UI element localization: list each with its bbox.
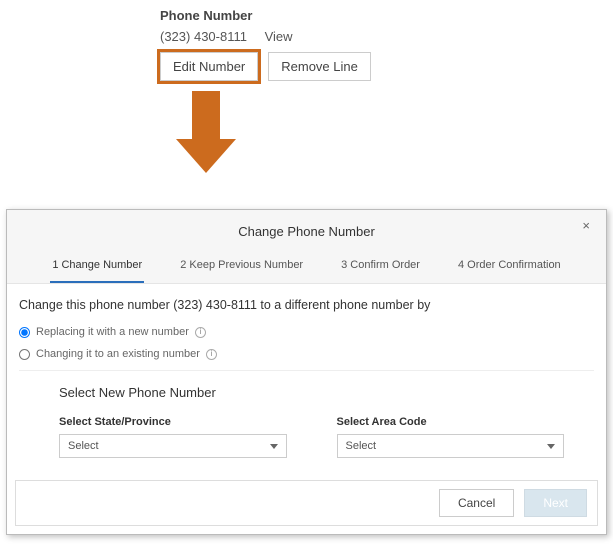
view-link[interactable]: View	[265, 29, 293, 44]
radio-input-1[interactable]	[19, 327, 30, 338]
remove-line-button[interactable]: Remove Line	[268, 52, 371, 81]
down-arrow-icon	[0, 91, 613, 179]
select-new-number-title: Select New Phone Number	[59, 385, 564, 400]
radio-option-2[interactable]: Changing it to an existing number i	[19, 348, 594, 360]
select-value-1: Select	[68, 440, 99, 452]
phone-number-row: (323) 430-8111 View	[160, 29, 613, 44]
wizard-step-2[interactable]: 2 Keep Previous Number	[178, 253, 305, 283]
edit-number-button[interactable]: Edit Number	[160, 52, 258, 81]
info-icon[interactable]: i	[206, 349, 217, 360]
change-instruction-text: Change this phone number (323) 430-8111 …	[19, 298, 594, 312]
wizard-step-3[interactable]: 3 Confirm Order	[339, 253, 422, 283]
wizard-step-1[interactable]: 1 Change Number	[50, 253, 144, 283]
state-province-select[interactable]: Select	[59, 434, 287, 458]
close-icon[interactable]: ×	[576, 216, 596, 235]
info-icon[interactable]: i	[195, 327, 206, 338]
wizard-step-4[interactable]: 4 Order Confirmation	[456, 253, 563, 283]
modal-title: Change Phone Number	[7, 224, 606, 253]
select-value-2: Select	[346, 440, 377, 452]
select-label-1: Select State/Province	[59, 416, 287, 428]
radio-option-1[interactable]: Replacing it with a new number i	[19, 326, 594, 338]
radio-label-2: Changing it to an existing number	[36, 348, 200, 360]
next-button[interactable]: Next	[524, 489, 587, 517]
radio-input-2[interactable]	[19, 349, 30, 360]
phone-number-value: (323) 430-8111	[160, 29, 247, 44]
select-label-2: Select Area Code	[337, 416, 565, 428]
chevron-down-icon	[547, 444, 555, 449]
cancel-button[interactable]: Cancel	[439, 489, 514, 517]
chevron-down-icon	[270, 444, 278, 449]
phone-number-label: Phone Number	[160, 8, 613, 23]
radio-label-1: Replacing it with a new number	[36, 326, 189, 338]
change-phone-number-modal: Change Phone Number × 1 Change Number 2 K…	[6, 209, 607, 535]
area-code-select[interactable]: Select	[337, 434, 565, 458]
